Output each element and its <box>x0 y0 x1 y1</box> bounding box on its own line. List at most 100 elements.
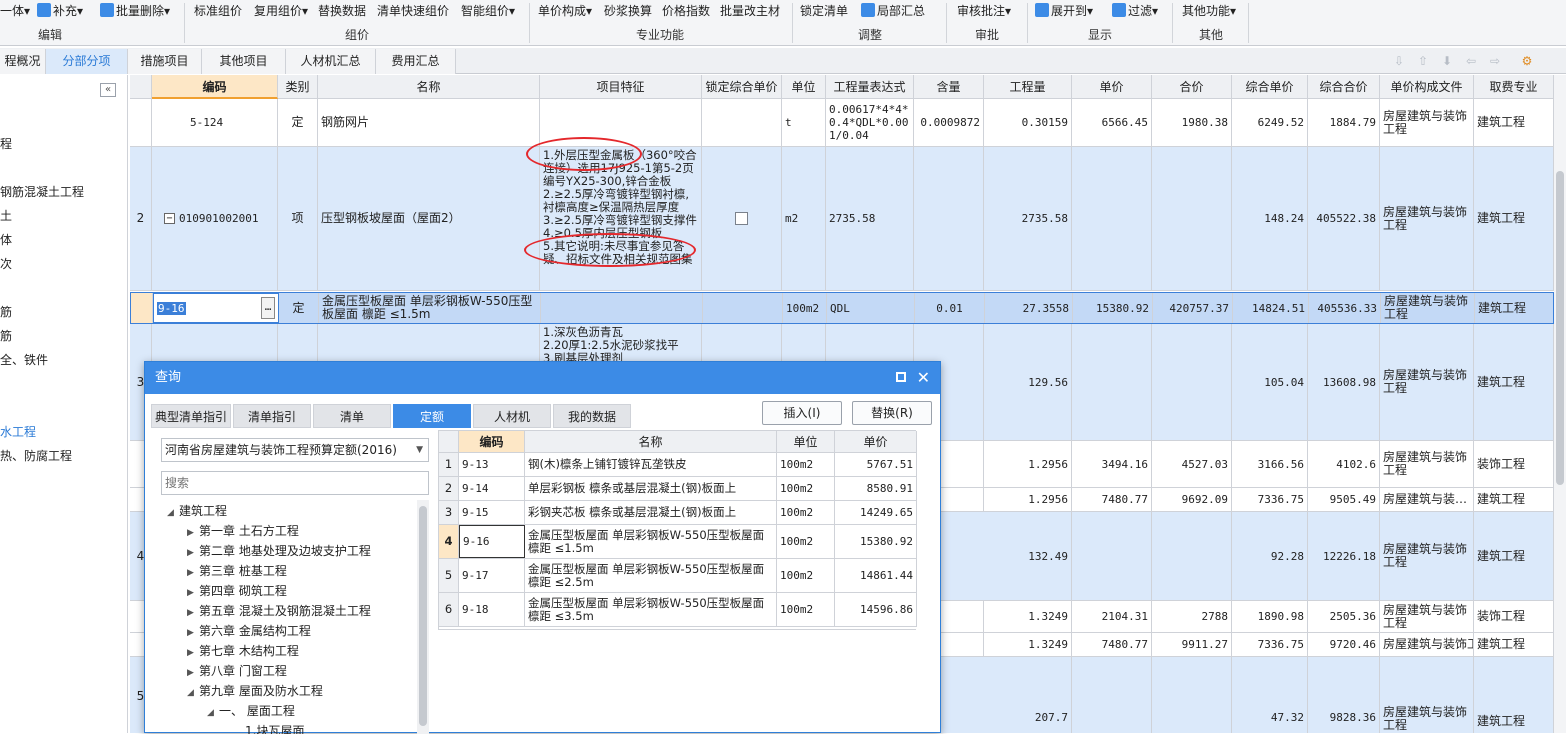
price-cell[interactable]: 7480.77 <box>1072 633 1152 656</box>
header-lock-price[interactable]: 锁定综合单价 <box>702 75 782 99</box>
total-cell[interactable] <box>1152 512 1232 600</box>
header-code[interactable]: 编码 <box>152 75 278 99</box>
composition-file-cell[interactable]: 房屋建筑与装饰工程 <box>1380 633 1474 656</box>
q-header-name[interactable]: 名称 <box>525 431 777 453</box>
unit-price-composition-button[interactable]: 单价构成▾ <box>538 2 592 20</box>
tree-node[interactable]: 全、铁件 <box>0 351 48 368</box>
quantity-cell[interactable]: 2735.58 <box>984 147 1072 290</box>
quantity-cell[interactable]: 129.56 <box>984 324 1072 440</box>
unit-total-cell[interactable]: 9828.36 <box>1308 657 1380 733</box>
arrow-right-icon[interactable]: ⇨ <box>1488 54 1502 68</box>
tree-node[interactable]: 筋 <box>0 327 12 344</box>
smart-pricing-button[interactable]: 智能组价▾ <box>461 2 515 20</box>
other-functions-button[interactable]: 其他功能▾ <box>1182 2 1236 20</box>
lock-cell[interactable] <box>703 293 783 323</box>
quota-row[interactable]: 1 9-13 钢(木)檩条上铺钉镀锌瓦垄铁皮 100m2 5767.51 <box>439 453 917 477</box>
dialog-tab-labor-material[interactable]: 人材机 <box>473 404 551 428</box>
dialog-tab-my-data[interactable]: 我的数据 <box>553 404 631 428</box>
q-price-cell[interactable]: 5767.51 <box>835 453 917 476</box>
unit-price-cell[interactable]: 6249.52 <box>1232 99 1308 146</box>
quantity-cell[interactable]: 27.3558 <box>985 293 1073 323</box>
tab-labor-material-summary[interactable]: 人材机汇总 <box>286 49 376 74</box>
q-unit-cell[interactable]: 100m2 <box>777 559 835 592</box>
price-cell[interactable] <box>1072 657 1152 733</box>
tab-cost-summary[interactable]: 费用汇总 <box>376 49 456 74</box>
q-code-cell[interactable]: 9-15 <box>459 501 525 524</box>
unit-price-cell[interactable]: 47.32 <box>1232 657 1308 733</box>
composition-file-cell[interactable]: 房屋建筑与装饰工程 <box>1380 601 1474 632</box>
total-cell[interactable]: 9692.09 <box>1152 488 1232 511</box>
header-expression[interactable]: 工程量表达式 <box>826 75 914 99</box>
major-cell[interactable]: 建筑工程 <box>1474 657 1554 733</box>
content-cell[interactable] <box>914 147 984 290</box>
quota-row[interactable]: 2 9-14 单层彩钢板 檩条或基层混凝土(钢)板面上 100m2 8580.9… <box>439 477 917 501</box>
batch-main-material-button[interactable]: 批量改主材 <box>720 2 780 20</box>
review-annotation-button[interactable]: 审核批注▾ <box>957 2 1011 20</box>
total-cell[interactable] <box>1152 147 1232 290</box>
total-cell[interactable]: 2788 <box>1152 601 1232 632</box>
collapse-node-icon[interactable]: − <box>164 213 175 224</box>
tree-node-closed[interactable]: ▶ 第二章 地基处理及边坡支护工程 <box>187 542 371 559</box>
header-unit[interactable]: 单位 <box>782 75 826 99</box>
scrollbar-thumb[interactable] <box>1556 171 1564 485</box>
tree-node-closed[interactable]: ▶ 第五章 混凝土及钢筋混凝土工程 <box>187 602 371 619</box>
quantity-cell[interactable]: 1.3249 <box>984 633 1072 656</box>
header-content[interactable]: 含量 <box>914 75 984 99</box>
unit-price-cell[interactable]: 7336.75 <box>1232 633 1308 656</box>
q-unit-cell[interactable]: 100m2 <box>777 525 835 558</box>
arrow-down-icon[interactable]: ⬇ <box>1440 54 1454 68</box>
tree-node[interactable]: 土 <box>0 207 12 224</box>
header-composition-file[interactable]: 单价构成文件 <box>1380 75 1474 99</box>
lock-cell[interactable] <box>702 147 782 290</box>
tree-node-open[interactable]: ◢ 第九章 屋面及防水工程 <box>187 682 323 699</box>
unit-price-cell[interactable]: 3166.56 <box>1232 441 1308 487</box>
replace-data-button[interactable]: 替换数据 <box>318 2 366 20</box>
name-cell[interactable]: 金属压型板屋面 单层彩钢板W-550压型板屋面 檩距 ≤1.5m <box>319 293 541 323</box>
total-cell[interactable]: 420757.37 <box>1153 293 1233 323</box>
q-header-code[interactable]: 编码 <box>459 431 525 453</box>
tab-project-overview[interactable]: 程概况 <box>0 49 46 74</box>
major-cell[interactable]: 建筑工程 <box>1474 99 1554 146</box>
mortar-conversion-button[interactable]: 砂浆换算 <box>604 2 652 20</box>
quota-row[interactable]: 5 9-17 金属压型板屋面 单层彩钢板W-550压型板屋面 檩距 ≤2.5m … <box>439 559 917 593</box>
dialog-tab-quota[interactable]: 定额 <box>393 404 471 428</box>
quota-library-select[interactable]: 河南省房屋建筑与装饰工程预算定额(2016) ▼ <box>161 438 429 462</box>
lock-cell[interactable] <box>702 99 782 146</box>
header-unit-price[interactable]: 综合单价 <box>1232 75 1308 99</box>
quota-row-selected[interactable]: 4 9-16 金属压型板屋面 单层彩钢板W-550压型板屋面 檩距 ≤1.5m … <box>439 525 917 559</box>
unit-total-cell[interactable]: 405522.38 <box>1308 147 1380 290</box>
triangle-right-icon[interactable]: ▶ <box>187 628 199 638</box>
q-unit-cell[interactable]: 100m2 <box>777 501 835 524</box>
major-cell[interactable]: 建筑工程 <box>1474 512 1554 600</box>
tree-scrollbar[interactable] <box>417 500 429 734</box>
major-cell[interactable]: 建筑工程 <box>1475 293 1554 323</box>
composition-file-cell[interactable]: 房屋建筑与装饰工程 <box>1381 293 1475 323</box>
triangle-right-icon[interactable]: ▶ <box>187 648 199 658</box>
dialog-tab-typical-list[interactable]: 典型清单指引 <box>151 404 231 428</box>
q-unit-cell[interactable]: 100m2 <box>777 453 835 476</box>
filter-button[interactable]: 过滤▾ <box>1112 2 1158 20</box>
quantity-cell[interactable]: 1.2956 <box>984 488 1072 511</box>
tree-node[interactable]: 体 <box>0 231 12 248</box>
price-cell[interactable] <box>1072 512 1152 600</box>
tree-node-closed[interactable]: ▶ 第一章 土石方工程 <box>187 522 299 539</box>
lock-price-checkbox[interactable] <box>735 212 748 225</box>
chevron-down-icon[interactable]: ▼ <box>416 439 423 461</box>
price-cell[interactable] <box>1072 324 1152 440</box>
header-quantity[interactable]: 工程量 <box>984 75 1072 99</box>
reuse-pricing-button[interactable]: 复用组价▾ <box>254 2 308 20</box>
total-cell[interactable] <box>1152 324 1232 440</box>
q-unit-cell[interactable]: 100m2 <box>777 593 835 626</box>
batch-delete-button[interactable]: 批量删除▾ <box>100 2 170 20</box>
quota-row[interactable]: 6 9-18 金属压型板屋面 单层彩钢板W-550压型板屋面 檩距 ≤3.5m … <box>439 593 917 627</box>
major-cell[interactable]: 建筑工程 <box>1474 633 1554 656</box>
q-header-price[interactable]: 单价 <box>835 431 917 453</box>
type-cell[interactable]: 定 <box>278 99 318 146</box>
tab-sub-items[interactable]: 分部分项 <box>46 49 128 74</box>
q-price-cell[interactable]: 14596.86 <box>835 593 917 626</box>
code-cell[interactable]: −010901002001 <box>152 147 278 290</box>
q-code-cell[interactable]: 9-18 <box>459 593 525 626</box>
q-name-cell[interactable]: 金属压型板屋面 单层彩钢板W-550压型板屋面 檩距 ≤1.5m <box>525 525 777 558</box>
price-cell[interactable]: 6566.45 <box>1072 99 1152 146</box>
composition-file-cell[interactable]: 房屋建筑与装饰工程 <box>1380 657 1474 733</box>
